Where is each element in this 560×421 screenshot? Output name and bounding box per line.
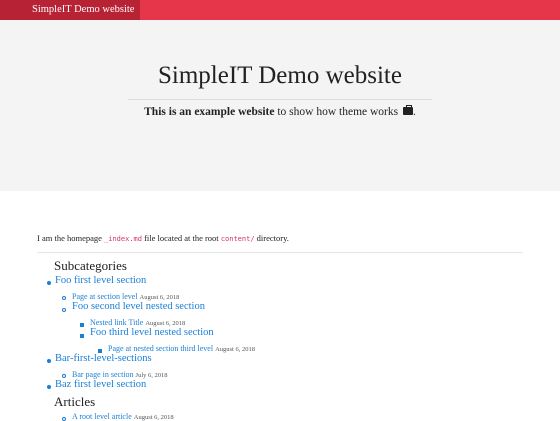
page-date: August 6, 2018 (145, 320, 186, 327)
list-bullet (47, 281, 51, 285)
page-date: July 6, 2018 (135, 372, 168, 379)
section-foo-third: Foo third level nested section (90, 327, 214, 338)
hero-banner: SimpleIT Demo website This is an example… (0, 20, 560, 191)
subcategories-heading: Subcategories (54, 258, 127, 273)
list-bullet (80, 334, 84, 338)
page-link[interactable]: Nested link Title (90, 318, 143, 327)
hero-divider (128, 99, 432, 100)
section-link[interactable]: Foo second level nested section (72, 301, 205, 312)
section-link[interactable]: Foo third level nested section (90, 327, 214, 338)
section-bar-first: Bar-first-level-sections (55, 353, 152, 364)
page-link[interactable]: Bar page in section (72, 370, 134, 379)
page-link[interactable]: Page at section level (72, 292, 138, 301)
list-bullet (62, 308, 66, 312)
bar-page-in-section: Bar page in section July 6, 2018 (72, 370, 168, 379)
intro-part-1: I am the homepage (37, 233, 105, 243)
section-link[interactable]: Bar-first-level-sections (55, 353, 152, 364)
top-navbar: SimpleIT Demo website (0, 0, 560, 20)
intro-part-3: directory. (254, 233, 289, 243)
content-divider (37, 252, 523, 253)
page-date: August 6, 2018 (215, 346, 255, 353)
section-link[interactable]: Baz first level section (55, 379, 146, 390)
list-bullet (62, 296, 66, 300)
intro-text: I am the homepage _index.md file located… (37, 233, 289, 243)
section-foo-first: Foo first level section (55, 275, 146, 286)
subtitle-text: to show how theme works (274, 106, 399, 118)
page-link[interactable]: Page at nested section third level (108, 344, 213, 353)
page-title: SimpleIT Demo website (158, 62, 402, 89)
list-bullet (62, 417, 66, 421)
list-bullet (80, 323, 84, 327)
subtitle-bold: This is an example website (144, 106, 275, 118)
intro-part-2: file located at the root (141, 233, 221, 243)
page-at-nested-section: Page at nested section third level August… (108, 344, 255, 353)
subtitle-end: . (412, 106, 416, 118)
page-date: August 6, 2018 (139, 294, 180, 301)
brand-link[interactable]: SimpleIT Demo website (0, 0, 140, 20)
page-at-section-level: Page at section level August 6, 2018 (72, 292, 179, 301)
list-bullet (62, 374, 66, 378)
hero-subtitle: This is an example website to show how t… (0, 105, 560, 118)
articles-heading: Articles (54, 394, 96, 409)
section-baz-first: Baz first level section (55, 379, 146, 390)
briefcase-icon (402, 105, 413, 115)
content-dir: content/ (220, 235, 255, 243)
nested-link-title: Nested link Title August 6, 2018 (90, 318, 185, 327)
section-link[interactable]: Foo first level section (55, 275, 146, 286)
list-bullet (47, 359, 51, 363)
section-foo-second: Foo second level nested section (72, 301, 205, 312)
list-bullet (47, 385, 51, 389)
index-filename: _index.md (104, 235, 142, 243)
